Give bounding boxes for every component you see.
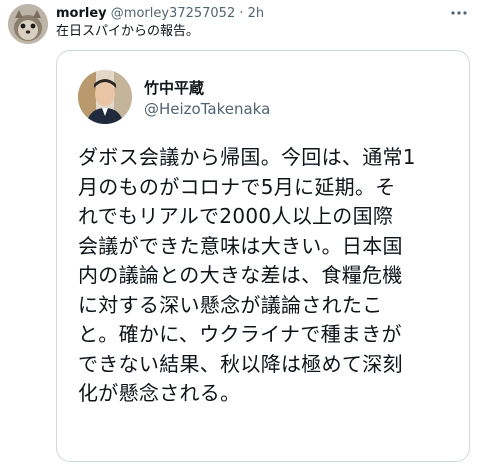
- quoted-text-line: 内の議論との大きな差は、食糧危機: [78, 263, 403, 287]
- quoted-text-line: れでもリアルで2000人以上の国際: [78, 204, 394, 228]
- quoted-text-line: 月のものがコロナで5月に延期。そ: [78, 174, 396, 199]
- more-horizontal-icon[interactable]: [450, 4, 468, 26]
- author-handle[interactable]: @morley37257052: [111, 6, 235, 21]
- tweet-header: morley @morley37257052 · 2h: [56, 6, 440, 22]
- quoted-author-name[interactable]: 竹中平蔵: [144, 79, 204, 97]
- quoted-text-line: できない結果、秋以降は極めて深刻: [78, 351, 403, 376]
- author-name[interactable]: morley: [56, 6, 107, 21]
- quoted-text-line: 化が懸念される。: [78, 381, 241, 405]
- author-avatar[interactable]: [8, 4, 48, 44]
- quoted-tweet-card[interactable]: 竹中平蔵 @HeizoTakenaka ダボス会議から帰国。今回は、通常1 月の…: [56, 50, 470, 462]
- tweet-text: 在日スパイからの報告。: [56, 24, 200, 39]
- tweet-timestamp[interactable]: 2h: [248, 6, 265, 21]
- quoted-text-line: 会議ができた意味は大きい。日本国: [78, 233, 403, 258]
- quoted-text-line: に対する深い懸念が議論されたこ: [78, 292, 383, 317]
- quoted-author-handle[interactable]: @HeizoTakenaka: [144, 100, 270, 118]
- quoted-text-line: ダボス会議から帰国。今回は、通常1: [78, 145, 416, 169]
- quoted-text-line: と。確かに、ウクライナで種まきが: [78, 322, 402, 346]
- separator-dot: ·: [239, 6, 244, 21]
- quoted-tweet-text: ダボス会議から帰国。今回は、通常1 月のものがコロナで5月に延期。そ れでもリア…: [78, 143, 464, 409]
- quoted-author-avatar[interactable]: [78, 70, 132, 124]
